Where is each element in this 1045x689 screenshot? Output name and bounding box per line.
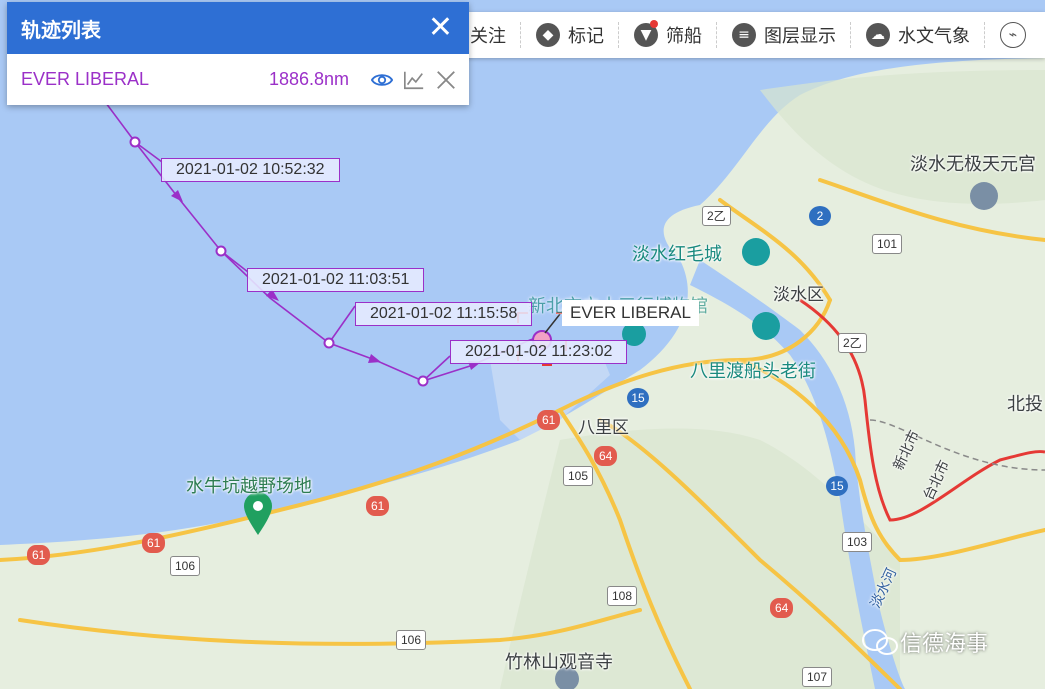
road-shield: 61 [537,410,561,430]
panel-title: 轨迹列表 [21,17,101,42]
road-shield: 64 [770,598,794,618]
track-time-label[interactable]: 2021-01-02 11:03:51 [247,268,425,292]
track-time-label[interactable]: 2021-01-02 10:52:32 [161,158,340,182]
toolbar-filter-label: 筛船 [666,26,702,47]
notification-dot [650,20,658,28]
toolbar-layers-label: 图层显示 [764,26,836,47]
toolbar-follow-button[interactable]: 关注 [466,12,520,58]
road-shield: 61 [142,533,166,553]
track-point [215,245,227,257]
track-time-label[interactable]: 2021-01-02 11:15:58 [355,302,533,326]
eye-icon[interactable] [371,69,393,91]
road-shield: 106 [396,630,427,650]
line-chart-icon[interactable] [403,69,425,91]
road-shield: 15 [627,388,649,408]
track-time-label[interactable]: 2021-01-02 11:23:02 [450,340,628,364]
map-label-place: 竹林山观音寺 [505,652,613,673]
map-label-place: 北投 [1007,394,1043,415]
watermark: 信德海事 [860,626,988,658]
track-list-item[interactable]: EVER LIBERAL 1886.8nm [7,54,469,105]
map-label-place: 八里渡船头老街 [690,361,816,382]
ship-name: EVER LIBERAL [21,69,150,89]
road-shield: 61 [366,496,390,516]
ship-track [99,94,543,382]
track-distance: 1886.8nm [268,69,349,89]
road-shield: 105 [563,466,594,486]
road-shield: 101 [872,234,903,254]
map-label-place: 淡水红毛城 [632,244,722,265]
toolbar-mark-button[interactable]: ◆ 标记 [522,12,618,58]
road-shield: 106 [170,556,201,576]
panel-header: 轨迹列表 ✕ [7,2,469,54]
road-shield: 2乙 [702,206,731,226]
map-label-place: 八里区 [578,418,629,438]
road-shield: 61 [27,545,51,565]
road-shield: 2 [809,206,831,226]
layers-icon: ≡ [732,23,756,47]
track-point [323,337,335,349]
poi-pin [742,238,770,266]
toolbar-filter-button[interactable]: ▼ 筛船 [620,12,716,58]
road-shield: 2乙 [838,333,867,353]
toolbar-weather-label: 水文气象 [898,26,970,47]
track-list-panel: 轨迹列表 ✕ EVER LIBERAL 1886.8nm [7,2,469,105]
poi-pin [752,312,780,340]
road-shield: 64 [594,446,618,466]
track-point [129,136,141,148]
toolbar-weather-button[interactable]: ☁ 水文气象 [852,12,984,58]
road-shield: 107 [802,667,833,687]
road-shield: 103 [842,532,873,552]
track-point [417,375,429,387]
toolbar-follow-label: 关注 [470,26,506,47]
toolbar-layers-button[interactable]: ≡ 图层显示 [718,12,850,58]
route-icon: ⌁ [1000,22,1026,48]
toolbar-mark-label: 标记 [568,26,604,47]
map-label-place: 淡水区 [773,285,824,305]
tag-icon: ◆ [536,23,560,47]
map-label-place: 淡水无极天元宫 [910,154,1036,175]
wechat-icon [862,629,898,655]
close-icon[interactable] [435,69,457,91]
track-arrow [368,354,381,363]
close-icon[interactable]: ✕ [428,13,453,43]
poi-pin [970,182,998,210]
map-label-place: 水牛坑越野场地 [186,476,312,497]
road-shield: 15 [826,476,848,496]
road-shield: 108 [607,586,638,606]
ship-name-label[interactable]: EVER LIBERAL [562,300,699,326]
weather-icon: ☁ [866,23,890,47]
toolbar-more-button[interactable]: ⌁ [986,12,1034,58]
map-toolbar: 关注 ◆ 标记 ▼ 筛船 ≡ 图层显示 ☁ 水文气象 ⌁ [466,12,1045,58]
watermark-text: 信德海事 [900,632,989,657]
